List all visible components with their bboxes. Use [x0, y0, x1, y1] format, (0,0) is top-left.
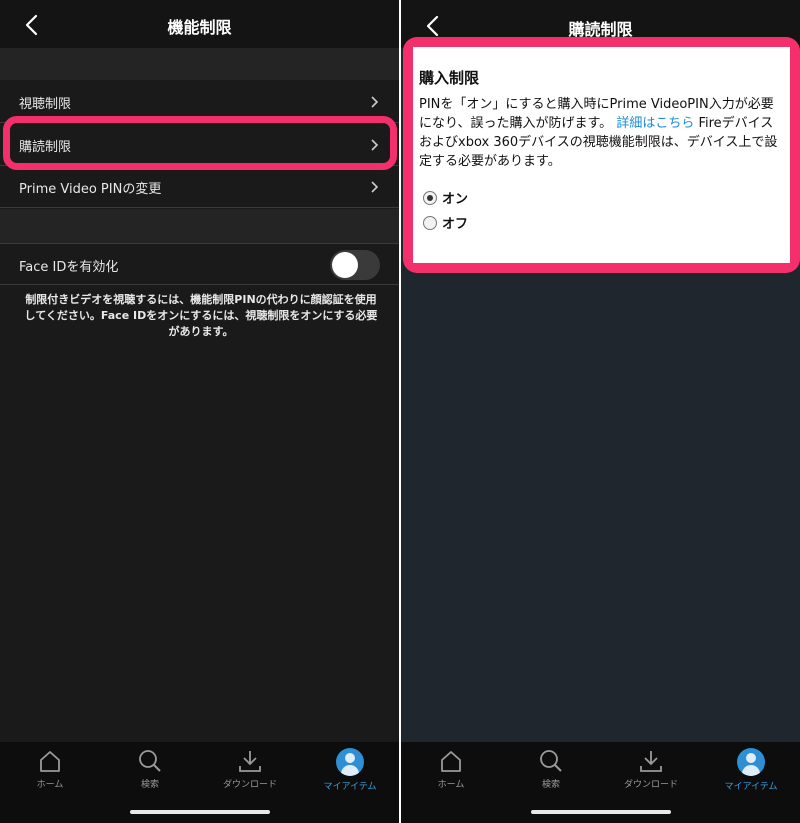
search-icon [139, 750, 161, 772]
face-id-toggle[interactable] [330, 250, 380, 280]
tab-label: ダウンロード [623, 780, 678, 790]
dialog-heading: 購入制限 [419, 69, 480, 87]
avatar-icon [336, 748, 364, 776]
download-icon [640, 751, 662, 772]
radio-option-off[interactable]: オフ [423, 213, 468, 232]
purchase-restriction-dialog: 購入制限 PINを「オン」にすると購入時にPrime VideoPIN入力が必要… [413, 47, 790, 263]
tab-label: ホーム [36, 780, 64, 790]
highlight-annotation: 購入制限 PINを「オン」にすると購入時にPrime VideoPIN入力が必要… [403, 37, 800, 273]
tab-label: 検索 [140, 780, 159, 790]
tab-label: マイアイテム [724, 782, 778, 792]
radio-option-on[interactable]: オン [423, 188, 468, 207]
tab-label: ホーム [437, 780, 465, 790]
tab-home[interactable]: ホーム [401, 748, 501, 798]
search-icon [540, 750, 562, 772]
tab-my-items[interactable]: マイアイテム [701, 748, 800, 798]
tab-label: ダウンロード [222, 780, 277, 790]
highlight-annotation [3, 116, 397, 170]
menu-item-label: 視聴制限 [19, 97, 72, 112]
download-icon [239, 751, 261, 772]
dialog-body: PINを「オン」にすると購入時にPrime VideoPIN入力が必要になり、誤… [419, 95, 781, 171]
tab-my-items[interactable]: マイアイテム [300, 748, 399, 798]
home-icon [441, 751, 461, 772]
face-id-label: Face IDを有効化 [19, 260, 119, 275]
home-icon [40, 751, 60, 772]
tab-search[interactable]: 検索 [100, 748, 200, 798]
face-id-note: 制限付きビデオを視聴するには、機能制限PINの代わりに顔認証を使用してください。… [24, 293, 378, 338]
right-screen: 購読制限 購入制限 PINを「オン」にすると購入時にPrime VideoPIN… [401, 0, 800, 823]
chevron-right-icon [371, 96, 379, 108]
avatar-icon [737, 748, 765, 776]
learn-more-link[interactable]: 詳細はこちら [616, 116, 694, 131]
page-title: 機能制限 [167, 18, 232, 37]
left-screen: 機能制限 視聴制限 購読制限 Prime Video PINの変更 Face I… [0, 0, 399, 823]
home-indicator [130, 810, 270, 814]
tab-home[interactable]: ホーム [0, 748, 100, 798]
radio-unselected-icon[interactable] [423, 215, 437, 230]
tab-label: 検索 [541, 780, 560, 790]
section-gap [0, 209, 399, 243]
menu-item-change-pin[interactable]: Prime Video PINの変更 [0, 166, 399, 208]
face-id-row: Face IDを有効化 [0, 243, 399, 285]
radio-label: オフ [442, 217, 469, 232]
toggle-knob [332, 252, 358, 278]
home-indicator [531, 810, 671, 814]
radio-selected-icon[interactable] [423, 190, 437, 205]
radio-label: オン [442, 192, 469, 207]
tab-search[interactable]: 検索 [501, 748, 601, 798]
header: 機能制限 [0, 0, 399, 48]
tab-download[interactable]: ダウンロード [601, 748, 701, 798]
section-gap [0, 48, 399, 80]
tab-label: マイアイテム [323, 782, 377, 792]
tab-download[interactable]: ダウンロード [200, 748, 300, 798]
menu-item-label: Prime Video PINの変更 [19, 182, 162, 197]
chevron-right-icon [371, 181, 379, 193]
